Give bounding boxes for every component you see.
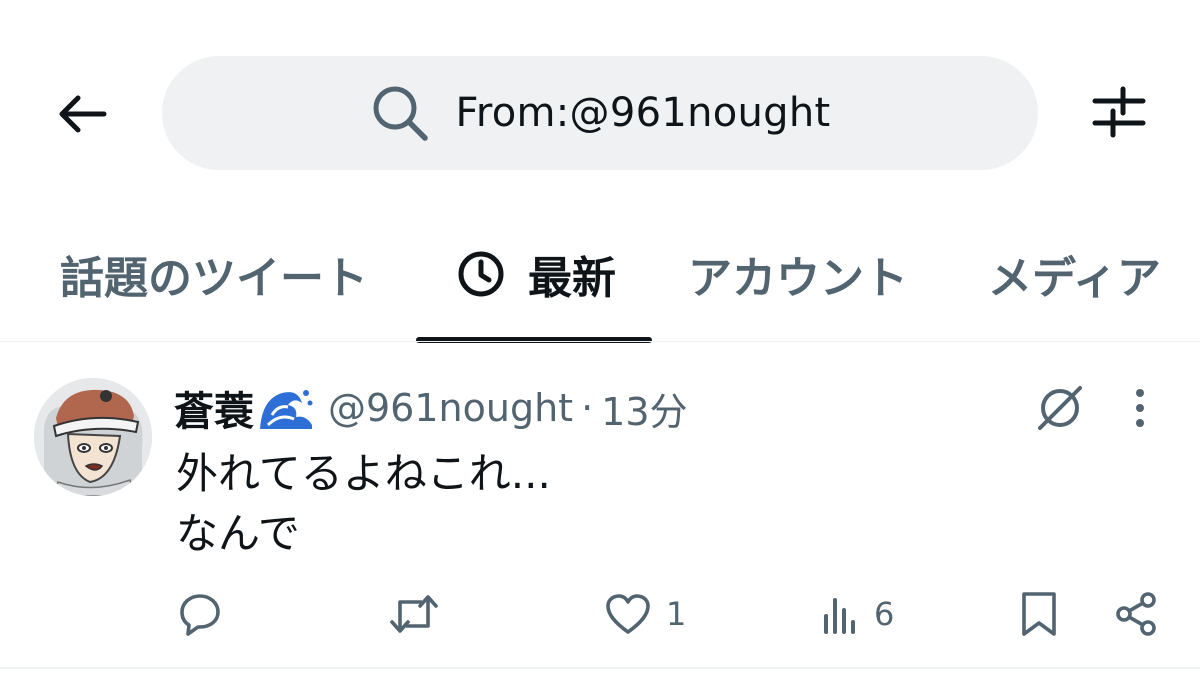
sliders-icon bbox=[1091, 85, 1147, 143]
share-icon bbox=[1112, 590, 1160, 638]
avatar[interactable] bbox=[34, 378, 152, 496]
clock-icon bbox=[456, 249, 506, 299]
search-filter-button[interactable] bbox=[1086, 84, 1152, 144]
search-results-page: From:@961nought 話題のツイート 最新 アカウント メディア 蒼蓑… bbox=[0, 0, 1200, 675]
retweet-icon bbox=[388, 590, 440, 638]
heart-icon bbox=[604, 592, 652, 636]
reply-icon bbox=[176, 590, 224, 638]
views-count: 6 bbox=[874, 595, 895, 633]
grok-icon bbox=[1034, 382, 1086, 438]
search-icon bbox=[369, 82, 431, 144]
user-handle[interactable]: @961nought bbox=[328, 386, 573, 430]
like-count: 1 bbox=[666, 595, 687, 633]
tab-accounts[interactable]: アカウント bbox=[688, 236, 908, 312]
grok-button[interactable] bbox=[1030, 382, 1090, 438]
bookmark-icon bbox=[1018, 590, 1060, 638]
like-button[interactable]: 1 bbox=[604, 586, 686, 642]
wave-emoji-icon bbox=[258, 385, 314, 431]
reply-button[interactable] bbox=[176, 586, 224, 642]
retweet-button[interactable] bbox=[388, 586, 440, 642]
tweet-header: 蒼蓑 @961nought · 13分 bbox=[174, 380, 688, 436]
divider bbox=[0, 667, 1200, 669]
more-vertical-icon bbox=[1134, 388, 1146, 432]
bar-chart-icon bbox=[820, 594, 860, 634]
tweet-text-line: なんで bbox=[176, 509, 300, 558]
tweet-actions: 1 6 bbox=[0, 586, 1200, 646]
tab-media[interactable]: メディア bbox=[988, 236, 1161, 312]
tab-label: メディア bbox=[988, 253, 1161, 304]
tab-label: アカウント bbox=[688, 253, 908, 304]
tweet-text: 外れてるよねこれ... なんで bbox=[176, 444, 1076, 564]
tab-label: 話題のツイート bbox=[60, 253, 368, 304]
share-button[interactable] bbox=[1112, 586, 1160, 642]
search-query-text[interactable]: From:@961nought bbox=[455, 90, 830, 136]
tweet[interactable]: 蒼蓑 @961nought · 13分 外れてるよねこれ... なんで 1 6 bbox=[0, 342, 1200, 668]
back-button[interactable] bbox=[50, 88, 114, 144]
tweet-timestamp[interactable]: 13分 bbox=[601, 381, 687, 436]
views-button[interactable]: 6 bbox=[820, 586, 894, 642]
separator-dot: · bbox=[581, 386, 594, 430]
tab-label: 最新 bbox=[528, 253, 616, 304]
tab-top-tweets[interactable]: 話題のツイート bbox=[60, 236, 368, 312]
arrow-left-icon bbox=[56, 94, 108, 138]
bookmark-button[interactable] bbox=[1018, 586, 1060, 642]
more-options-button[interactable] bbox=[1118, 382, 1162, 438]
search-input[interactable]: From:@961nought bbox=[162, 56, 1038, 170]
search-tabs: 話題のツイート 最新 アカウント メディア bbox=[0, 236, 1200, 343]
tweet-text-line: 外れてるよねこれ... bbox=[176, 449, 551, 498]
tab-latest[interactable]: 最新 bbox=[456, 236, 616, 312]
display-name[interactable]: 蒼蓑 bbox=[174, 379, 254, 437]
